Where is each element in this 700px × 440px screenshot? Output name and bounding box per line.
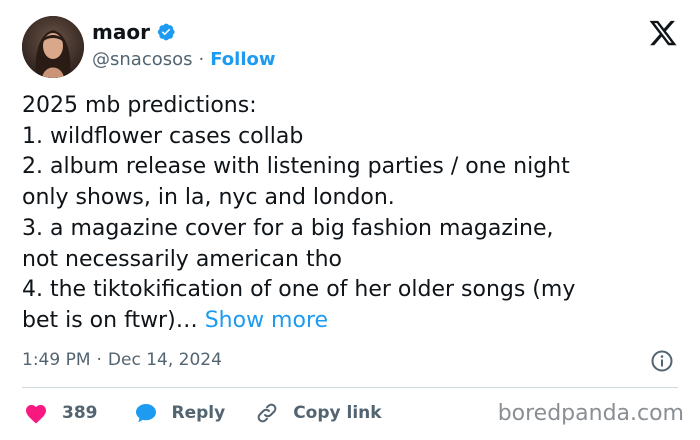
author-name-row: maor [92, 18, 176, 46]
tweet-text: 2025 mb predictions: 1. wildflower cases… [22, 91, 682, 337]
tweet-meta: 1:49 PM · Dec 14, 2024 [22, 347, 222, 373]
tweet-card: maor @snacosos · Follow 2025 mb predicti… [0, 0, 700, 440]
user-handle[interactable]: @snacosos [92, 46, 193, 74]
handle-row: @snacosos · Follow [92, 46, 276, 74]
tweet-last-line: bet is on ftwr)… Show more [22, 306, 682, 337]
tweet-line: 3. a magazine cover for a big fashion ma… [22, 215, 554, 241]
like-count: 389 [62, 403, 98, 423]
link-icon [257, 403, 277, 423]
meta-separator: · [96, 350, 102, 370]
info-icon[interactable] [650, 349, 674, 373]
watermark: boredpanda.com [497, 401, 684, 426]
heart-icon [26, 405, 46, 424]
action-bar: 389 Reply Copy link [24, 398, 382, 428]
tweet-line: 2. album release with listening parties … [22, 154, 570, 180]
tweet-time[interactable]: 1:49 PM [22, 350, 91, 370]
display-name[interactable]: maor [92, 18, 150, 46]
tweet-line: only shows, in la, nyc and london. [22, 185, 395, 211]
tweet-line: bet is on ftwr)… [22, 307, 198, 333]
x-logo-icon[interactable] [648, 18, 678, 48]
reply-bubble-icon [135, 404, 156, 423]
copy-link-label: Copy link [293, 403, 382, 423]
divider [22, 387, 678, 388]
handle-separator: · [198, 49, 205, 70]
follow-button[interactable]: Follow [210, 46, 275, 74]
tweet-line: not necessarily american tho [22, 246, 342, 272]
reply-label: Reply [171, 403, 226, 423]
tweet-line: 2025 mb predictions: [22, 93, 257, 118]
reply-button[interactable]: Reply [134, 402, 226, 424]
tweet-line: 4. the tiktokification of one of her old… [22, 277, 576, 303]
verified-badge-icon [156, 22, 176, 42]
avatar[interactable] [22, 16, 84, 78]
like-button[interactable]: 389 [24, 402, 98, 424]
show-more-link[interactable]: Show more [205, 308, 328, 333]
copy-link-button[interactable]: Copy link [255, 401, 382, 425]
tweet-date[interactable]: Dec 14, 2024 [108, 350, 222, 370]
tweet-line: 1. wildflower cases collab [22, 123, 304, 149]
